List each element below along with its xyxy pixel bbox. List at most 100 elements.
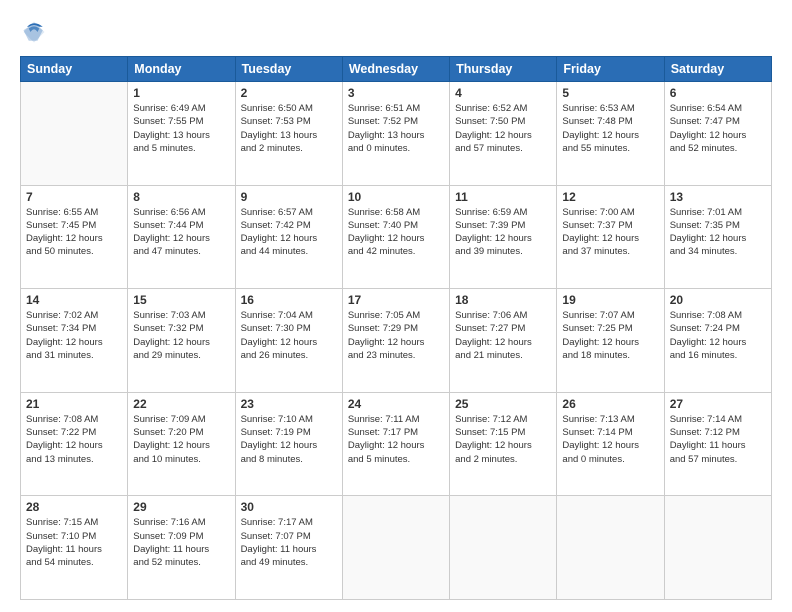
day-number: 16 [241,293,337,307]
weekday-header: Wednesday [342,57,449,82]
day-number: 28 [26,500,122,514]
logo-icon [20,18,48,46]
day-number: 27 [670,397,766,411]
day-info: Sunrise: 7:14 AM Sunset: 7:12 PM Dayligh… [670,413,766,466]
day-info: Sunrise: 7:03 AM Sunset: 7:32 PM Dayligh… [133,309,229,362]
calendar-week-row: 28 Sunrise: 7:15 AM Sunset: 7:10 PM Dayli… [21,496,772,600]
calendar-cell: 18 Sunrise: 7:06 AM Sunset: 7:27 PM Dayli… [450,289,557,393]
day-info: Sunrise: 7:09 AM Sunset: 7:20 PM Dayligh… [133,413,229,466]
day-number: 5 [562,86,658,100]
header [20,18,772,46]
day-number: 14 [26,293,122,307]
day-info: Sunrise: 7:06 AM Sunset: 7:27 PM Dayligh… [455,309,551,362]
calendar-cell: 17Sunrise: 7:05 AM Sunset: 7:29 PM Dayli… [342,289,449,393]
day-info: Sunrise: 7:07 AM Sunset: 7:25 PM Dayligh… [562,309,658,362]
day-info: Sunrise: 7:15 AM Sunset: 7:10 PM Dayligh… [26,516,122,569]
day-info: Sunrise: 6:57 AM Sunset: 7:42 PM Dayligh… [241,206,337,259]
calendar-week-row: 21 Sunrise: 7:08 AM Sunset: 7:22 PM Dayli… [21,392,772,496]
day-info: Sunrise: 7:12 AM Sunset: 7:15 PM Dayligh… [455,413,551,466]
weekday-header: Tuesday [235,57,342,82]
calendar-cell [557,496,664,600]
calendar-cell: 13Sunrise: 7:01 AM Sunset: 7:35 PM Dayli… [664,185,771,289]
day-number: 8 [133,190,229,204]
calendar-cell: 28 Sunrise: 7:15 AM Sunset: 7:10 PM Dayli… [21,496,128,600]
day-info: Sunrise: 6:59 AM Sunset: 7:39 PM Dayligh… [455,206,551,259]
day-number: 1 [133,86,229,100]
day-info: Sunrise: 7:02 AM Sunset: 7:34 PM Dayligh… [26,309,122,362]
calendar-cell: 2 Sunrise: 6:50 AM Sunset: 7:53 PM Daylig… [235,82,342,186]
weekday-header: Saturday [664,57,771,82]
day-number: 7 [26,190,122,204]
day-info: Sunrise: 7:17 AM Sunset: 7:07 PM Dayligh… [241,516,337,569]
day-info: Sunrise: 6:50 AM Sunset: 7:53 PM Dayligh… [241,102,337,155]
calendar-cell: 25 Sunrise: 7:12 AM Sunset: 7:15 PM Dayli… [450,392,557,496]
calendar-cell: 1 Sunrise: 6:49 AM Sunset: 7:55 PM Daylig… [128,82,235,186]
calendar-cell: 15 Sunrise: 7:03 AM Sunset: 7:32 PM Dayli… [128,289,235,393]
calendar-cell: 11 Sunrise: 6:59 AM Sunset: 7:39 PM Dayli… [450,185,557,289]
weekday-header: Friday [557,57,664,82]
calendar-cell: 8 Sunrise: 6:56 AM Sunset: 7:44 PM Daylig… [128,185,235,289]
day-number: 6 [670,86,766,100]
calendar-cell: 24 Sunrise: 7:11 AM Sunset: 7:17 PM Dayli… [342,392,449,496]
day-info: Sunrise: 7:08 AM Sunset: 7:22 PM Dayligh… [26,413,122,466]
day-number: 10 [348,190,444,204]
day-info: Sunrise: 7:04 AM Sunset: 7:30 PM Dayligh… [241,309,337,362]
day-number: 26 [562,397,658,411]
day-info: Sunrise: 6:51 AM Sunset: 7:52 PM Dayligh… [348,102,444,155]
day-info: Sunrise: 7:11 AM Sunset: 7:17 PM Dayligh… [348,413,444,466]
weekday-header: Thursday [450,57,557,82]
calendar-cell: 26 Sunrise: 7:13 AM Sunset: 7:14 PM Dayli… [557,392,664,496]
day-info: Sunrise: 6:49 AM Sunset: 7:55 PM Dayligh… [133,102,229,155]
weekday-header: Monday [128,57,235,82]
day-info: Sunrise: 7:16 AM Sunset: 7:09 PM Dayligh… [133,516,229,569]
day-number: 12 [562,190,658,204]
calendar-cell: 3 Sunrise: 6:51 AM Sunset: 7:52 PM Daylig… [342,82,449,186]
day-number: 4 [455,86,551,100]
calendar-week-row: 14 Sunrise: 7:02 AM Sunset: 7:34 PM Dayli… [21,289,772,393]
day-info: Sunrise: 7:08 AM Sunset: 7:24 PM Dayligh… [670,309,766,362]
calendar-cell: 22Sunrise: 7:09 AM Sunset: 7:20 PM Dayli… [128,392,235,496]
calendar-cell: 12 Sunrise: 7:00 AM Sunset: 7:37 PM Dayli… [557,185,664,289]
day-number: 17 [348,293,444,307]
day-number: 23 [241,397,337,411]
day-number: 3 [348,86,444,100]
calendar-cell: 10 Sunrise: 6:58 AM Sunset: 7:40 PM Dayli… [342,185,449,289]
day-number: 18 [455,293,551,307]
day-info: Sunrise: 6:54 AM Sunset: 7:47 PM Dayligh… [670,102,766,155]
calendar-cell: 4 Sunrise: 6:52 AM Sunset: 7:50 PM Daylig… [450,82,557,186]
day-info: Sunrise: 6:58 AM Sunset: 7:40 PM Dayligh… [348,206,444,259]
calendar-cell: 30 Sunrise: 7:17 AM Sunset: 7:07 PM Dayli… [235,496,342,600]
calendar-cell: 9Sunrise: 6:57 AM Sunset: 7:42 PM Daylig… [235,185,342,289]
calendar-cell: 23 Sunrise: 7:10 AM Sunset: 7:19 PM Dayli… [235,392,342,496]
calendar-cell: 7 Sunrise: 6:55 AM Sunset: 7:45 PM Daylig… [21,185,128,289]
calendar-cell [450,496,557,600]
calendar-week-row: 7 Sunrise: 6:55 AM Sunset: 7:45 PM Daylig… [21,185,772,289]
calendar-header-row: SundayMondayTuesdayWednesdayThursdayFrid… [21,57,772,82]
day-number: 13 [670,190,766,204]
day-info: Sunrise: 6:55 AM Sunset: 7:45 PM Dayligh… [26,206,122,259]
calendar-cell: 5 Sunrise: 6:53 AM Sunset: 7:48 PM Daylig… [557,82,664,186]
day-number: 21 [26,397,122,411]
calendar-cell: 16 Sunrise: 7:04 AM Sunset: 7:30 PM Dayli… [235,289,342,393]
day-number: 29 [133,500,229,514]
calendar-cell: 14 Sunrise: 7:02 AM Sunset: 7:34 PM Dayli… [21,289,128,393]
day-number: 24 [348,397,444,411]
calendar-cell: 21 Sunrise: 7:08 AM Sunset: 7:22 PM Dayli… [21,392,128,496]
day-number: 15 [133,293,229,307]
day-info: Sunrise: 7:13 AM Sunset: 7:14 PM Dayligh… [562,413,658,466]
page: SundayMondayTuesdayWednesdayThursdayFrid… [0,0,792,612]
day-info: Sunrise: 7:10 AM Sunset: 7:19 PM Dayligh… [241,413,337,466]
day-number: 25 [455,397,551,411]
day-number: 2 [241,86,337,100]
day-number: 30 [241,500,337,514]
weekday-header: Sunday [21,57,128,82]
day-number: 11 [455,190,551,204]
calendar-cell [342,496,449,600]
day-info: Sunrise: 6:53 AM Sunset: 7:48 PM Dayligh… [562,102,658,155]
logo [20,18,52,46]
day-info: Sunrise: 7:00 AM Sunset: 7:37 PM Dayligh… [562,206,658,259]
calendar-cell: 6 Sunrise: 6:54 AM Sunset: 7:47 PM Daylig… [664,82,771,186]
calendar-cell [21,82,128,186]
day-info: Sunrise: 6:52 AM Sunset: 7:50 PM Dayligh… [455,102,551,155]
day-info: Sunrise: 6:56 AM Sunset: 7:44 PM Dayligh… [133,206,229,259]
